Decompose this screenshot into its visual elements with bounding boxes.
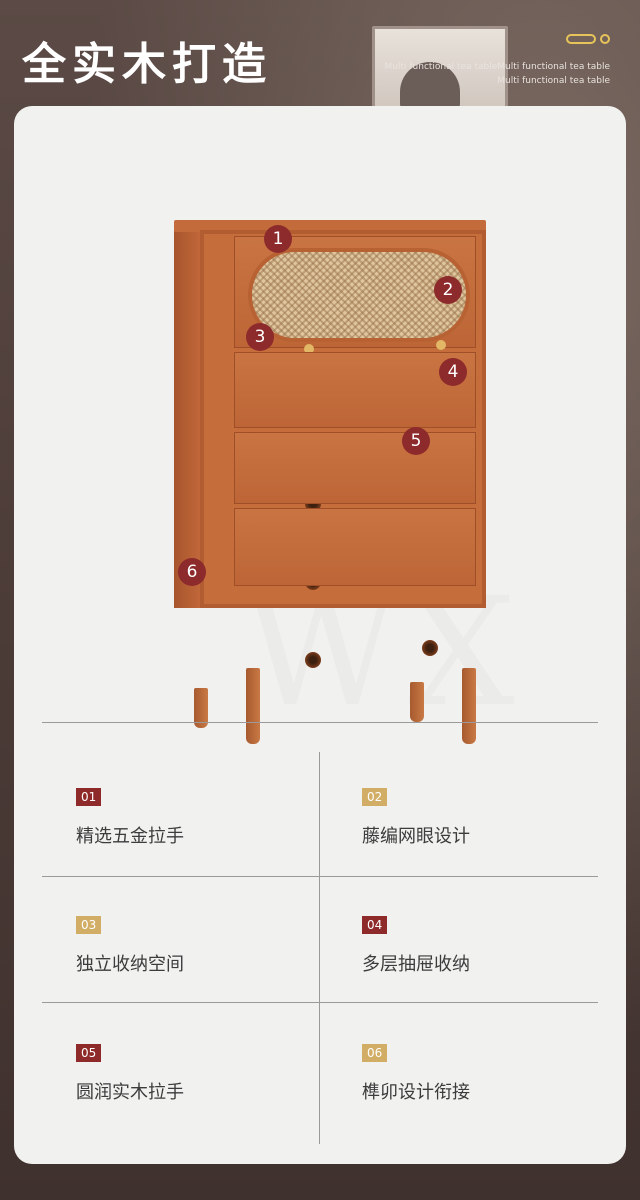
dresser-leg-front-right [410, 682, 424, 722]
divider-row-2 [42, 1002, 598, 1003]
feature-number-badge: 02 [362, 788, 388, 806]
callout-1: 1 [264, 225, 292, 253]
drawer-4-pull-right [422, 640, 438, 656]
callout-3: 3 [246, 323, 274, 351]
feature-label: 圆润实木拉手 [76, 1082, 184, 1103]
callout-2: 2 [434, 276, 462, 304]
dresser-side [174, 228, 200, 608]
drawer-4 [234, 508, 476, 586]
feature-number-badge: 06 [362, 1044, 388, 1062]
feature-item: 03 独立收纳空间 [76, 914, 184, 976]
feature-number-badge: 04 [362, 916, 388, 934]
brass-knob-right [436, 340, 446, 350]
dresser-leg-front-left [246, 668, 260, 744]
feature-item: 04 多层抽屉收纳 [362, 914, 470, 976]
callout-6: 6 [178, 558, 206, 586]
feature-item: 06 榫卯设计衔接 [362, 1042, 470, 1104]
feature-label: 榫卯设计衔接 [362, 1082, 470, 1103]
feature-number-badge: 05 [76, 1044, 102, 1062]
feature-item: 05 圆润实木拉手 [76, 1042, 184, 1104]
callout-5: 5 [402, 427, 430, 455]
feature-label: 藤编网眼设计 [362, 826, 470, 847]
callout-4: 4 [439, 358, 467, 386]
page-title: 全实木打造 [22, 39, 272, 90]
drawer-3 [234, 432, 476, 504]
subtitle-line-1: Multi functional tea tableMulti function… [384, 62, 610, 72]
divider-row-1 [42, 876, 598, 877]
feature-number-badge: 01 [76, 788, 102, 806]
dresser-leg-back-right [462, 668, 476, 744]
feature-label: 独立收纳空间 [76, 954, 184, 975]
feature-number-badge: 03 [76, 916, 102, 934]
drawer-4-pull-left [305, 652, 321, 668]
divider-top [42, 722, 598, 723]
subtitle-line-2: Multi functional tea table [497, 76, 610, 86]
feature-item: 01 精选五金拉手 [76, 786, 184, 848]
product-card: WX 1 2 3 4 5 6 01 精选五金拉手 02 藤编网眼设计 03 独立… [14, 106, 626, 1164]
brand-logo-icon [566, 34, 610, 46]
divider-vertical [319, 752, 320, 1144]
feature-item: 02 藤编网眼设计 [362, 786, 470, 848]
feature-label: 精选五金拉手 [76, 826, 184, 847]
feature-label: 多层抽屉收纳 [362, 954, 470, 975]
drawer-2 [234, 352, 476, 428]
